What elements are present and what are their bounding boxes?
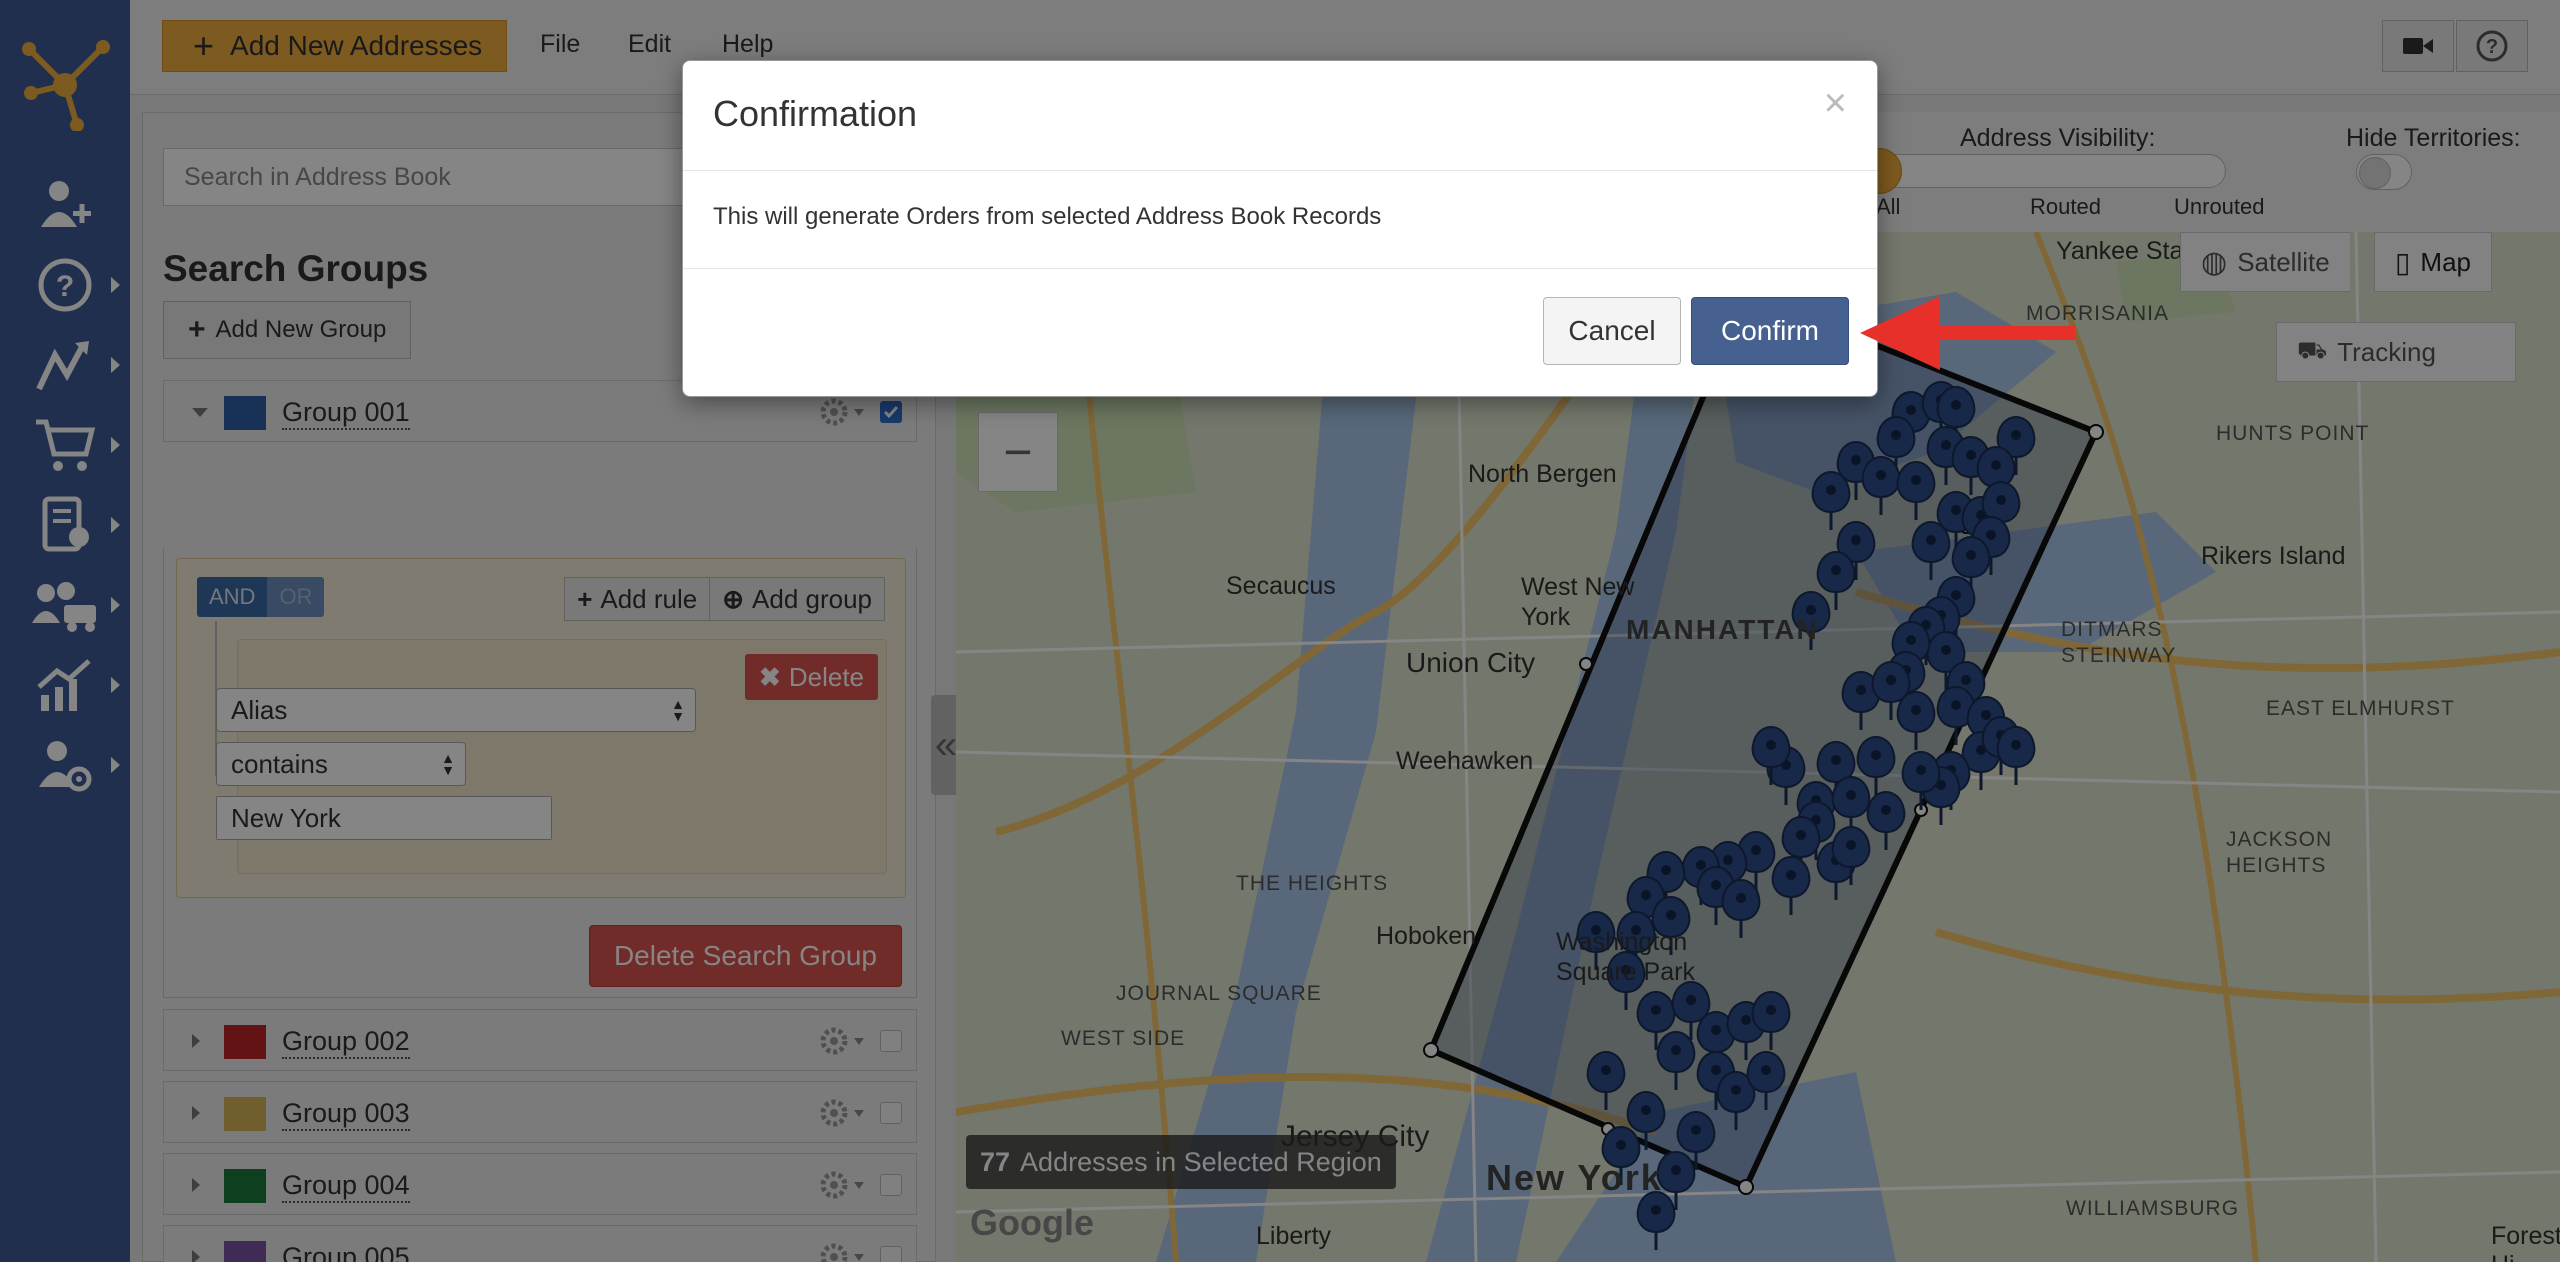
close-icon[interactable]: × [1824,81,1847,126]
confirm-button[interactable]: Confirm [1691,297,1849,365]
dialog-body: This will generate Orders from selected … [683,171,1877,269]
dialog-title: Confirmation [713,93,918,134]
confirmation-dialog: Confirmation × This will generate Orders… [682,60,1878,397]
annotation-arrow-icon [1860,296,2075,370]
cancel-button[interactable]: Cancel [1543,297,1681,365]
dialog-header: Confirmation × [683,61,1877,171]
dialog-footer: Cancel Confirm [683,269,1877,397]
dialog-message: This will generate Orders from selected … [713,203,1382,230]
